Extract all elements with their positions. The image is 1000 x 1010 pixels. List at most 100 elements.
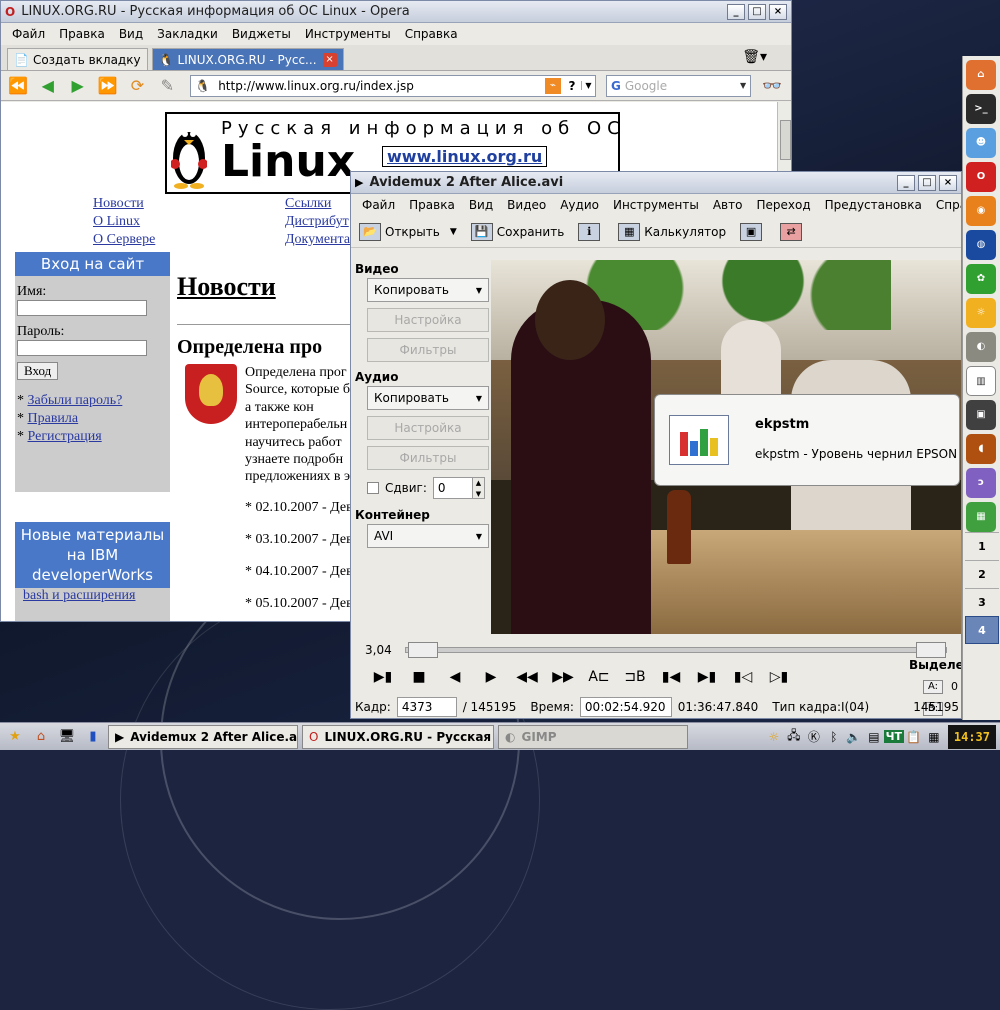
minimize-button[interactable]: _ (897, 174, 915, 191)
save-button[interactable]: 💾 Сохранить (470, 222, 564, 241)
sun-tray-icon[interactable]: ☼ (764, 730, 784, 744)
close-button[interactable]: × (939, 174, 957, 191)
fast-forward-icon[interactable]: ⏩ (97, 75, 119, 97)
last-frame-icon[interactable]: ▷▮ (761, 669, 797, 685)
menu-auto[interactable]: Авто (706, 198, 750, 212)
menu-help[interactable]: Справка (929, 198, 961, 212)
audio-codec-select[interactable]: Копировать ▼ (367, 386, 489, 410)
menu-file[interactable]: Файл (355, 198, 402, 212)
tab-linux-org-ru[interactable]: 🐧 LINUX.ORG.RU - Русс... × (151, 48, 344, 70)
terminal-icon[interactable]: >_ (966, 94, 996, 124)
binoculars-icon[interactable]: 👓 (761, 75, 783, 97)
marker-a-button[interactable]: A: (923, 680, 943, 694)
nav-about-linux[interactable]: О Linux (93, 214, 140, 230)
name-input[interactable] (17, 300, 147, 316)
task-opera[interactable]: O LINUX.ORG.RU - Русская информ (302, 724, 494, 749)
menu-view[interactable]: Вид (112, 27, 150, 41)
sun-icon[interactable]: ☼ (966, 298, 996, 328)
keyboard-layout[interactable]: ЧТ (883, 730, 904, 743)
messenger-icon[interactable]: ☻ (966, 128, 996, 158)
fast-forward-icon[interactable]: ▶▶ (545, 669, 581, 685)
audio-config-button[interactable]: Настройка (367, 416, 489, 440)
avidemux-titlebar[interactable]: ▶ Avidemux 2 After Alice.avi _ □ × (351, 172, 961, 194)
shift-input[interactable]: 0 (432, 477, 473, 499)
ibm-item-link[interactable]: bash и расширения (15, 588, 170, 604)
set-marker-b-icon[interactable]: ⊐B (617, 669, 653, 685)
login-button[interactable]: Вход (17, 362, 59, 380)
pager-icon[interactable]: ▮ (82, 726, 104, 748)
menu-audio[interactable]: Аудио (553, 198, 606, 212)
nav-distros[interactable]: Дистрибут (285, 214, 349, 230)
search-input[interactable]: G Google ▼ (605, 74, 752, 97)
rules-link[interactable]: Правила (28, 411, 79, 426)
nav-news[interactable]: Новости (93, 196, 144, 212)
trash-icon[interactable]: 🗑▾ (742, 49, 767, 65)
menu-presets[interactable]: Предустановка (818, 198, 929, 212)
audio-filters-button[interactable]: Фильтры (367, 446, 489, 470)
menu-edit[interactable]: Правка (52, 27, 112, 41)
rewind-icon[interactable]: ◀◀ (509, 669, 545, 685)
clipboard-tray-icon[interactable]: 📋 (904, 730, 924, 744)
url-dropdown-icon[interactable]: ▼ (580, 81, 595, 90)
time-input[interactable]: 00:02:54.920 (579, 697, 672, 717)
calculator-icon[interactable]: ▦ (966, 502, 996, 532)
nav-about-server[interactable]: О Сервере (93, 232, 155, 248)
reload-icon[interactable]: ⟳ (127, 75, 149, 97)
icq-icon[interactable]: ✿ (966, 264, 996, 294)
previous-keyframe-icon[interactable]: ▮◀ (653, 669, 689, 685)
clock[interactable]: 14:37 (947, 724, 996, 749)
minimize-button[interactable]: _ (727, 3, 745, 20)
help-icon[interactable]: ? (563, 79, 581, 93)
volume-tray-icon[interactable]: 🔈 (844, 730, 864, 744)
amarok-icon[interactable]: ◖ (966, 434, 996, 464)
menu-bookmarks[interactable]: Закладки (150, 27, 225, 41)
gimp-icon[interactable]: ◐ (966, 332, 996, 362)
set-marker-a-icon[interactable]: A⊏ (581, 669, 617, 685)
search-dropdown-icon[interactable]: ▼ (736, 81, 750, 90)
rewind-icon[interactable]: ⏪ (7, 75, 29, 97)
task-avidemux[interactable]: ▶ Avidemux 2 After Alice.avi (108, 724, 298, 749)
properties-button[interactable]: ℹ (578, 222, 604, 241)
network-tray-icon[interactable]: 🖧 (784, 726, 804, 747)
forward-arrow-icon[interactable]: ▶ (67, 75, 89, 97)
register-link[interactable]: Регистрация (28, 429, 102, 444)
forgot-password-link[interactable]: Забыли пароль? (28, 393, 123, 408)
slider-end-handle[interactable] (916, 642, 946, 658)
banner-site-link[interactable]: www.linux.org.ru (382, 146, 548, 167)
home-icon[interactable]: ⌂ (30, 726, 52, 748)
shift-stepper[interactable]: ▲ ▼ (472, 477, 485, 499)
maximize-button[interactable]: □ (748, 3, 766, 20)
workspace-4[interactable]: 4 (965, 616, 999, 644)
url-text[interactable]: http://www.linux.org.ru/index.jsp (218, 79, 545, 93)
news-heading[interactable]: Новости (177, 272, 276, 302)
workspace-1[interactable]: 1 (965, 532, 999, 560)
next-frame-icon[interactable]: ▶ (473, 669, 509, 685)
kde-tray-icon[interactable]: Ⓚ (804, 728, 824, 745)
password-input[interactable] (17, 340, 147, 356)
firefox-icon[interactable]: ◉ (966, 196, 996, 226)
play-icon[interactable]: ▶▮ (365, 669, 401, 685)
output-button[interactable]: ⇄ (780, 222, 806, 241)
scrollbar-thumb[interactable] (780, 120, 791, 160)
us-flag-icon[interactable]: ▤ (864, 730, 884, 744)
position-slider[interactable] (405, 642, 947, 658)
nav-docs[interactable]: Документа (285, 232, 350, 248)
notification-popup[interactable]: ekpstm ekpstm - Уровень чернил EPSON (654, 394, 960, 486)
chart-icon[interactable]: ▥ (966, 366, 996, 396)
next-keyframe-icon[interactable]: ▶▮ (689, 669, 725, 685)
edit-pen-icon[interactable]: ✎ (156, 75, 178, 97)
menu-tools[interactable]: Инструменты (606, 198, 706, 212)
menu-view[interactable]: Вид (462, 198, 500, 212)
task-gimp[interactable]: ◐ GIMP (498, 724, 688, 749)
first-frame-icon[interactable]: ▮◁ (725, 669, 761, 685)
menu-video[interactable]: Видео (500, 198, 553, 212)
calculator-button[interactable]: ▦ Калькулятор (618, 222, 726, 241)
frame-input[interactable]: 4373 (396, 697, 457, 717)
article-heading[interactable]: Определена про (177, 336, 322, 359)
previous-frame-icon[interactable]: ◀ (437, 669, 473, 685)
open-button[interactable]: 📂 Открыть ▼ (359, 222, 457, 241)
close-tab-icon[interactable]: × (322, 52, 337, 67)
menu-widgets[interactable]: Виджеты (225, 27, 298, 41)
bluetooth-tray-icon[interactable]: ᛒ (824, 730, 844, 744)
preview-button[interactable]: ▣ (740, 222, 766, 241)
